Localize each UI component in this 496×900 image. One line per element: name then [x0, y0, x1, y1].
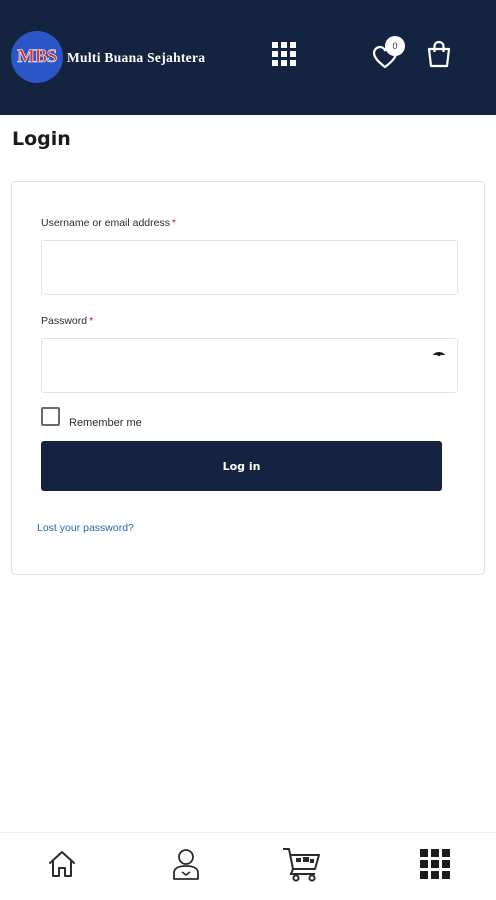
login-form-card: Username or email address * Password * Rem… [11, 181, 485, 575]
home-icon[interactable] [47, 849, 77, 879]
remember-me-checkbox[interactable] [41, 407, 60, 426]
shopping-cart-icon[interactable] [282, 845, 322, 883]
wishlist-button[interactable]: 0 [373, 36, 407, 69]
login-button[interactable]: Log in [41, 441, 442, 491]
logo-text: MBS [17, 46, 58, 68]
password-label-text: Password [41, 315, 88, 327]
username-input[interactable] [41, 240, 458, 295]
brand-logo[interactable]: MBS Multi Buana Sejahtera [11, 31, 205, 83]
password-input[interactable] [41, 338, 458, 393]
shopping-bag-icon[interactable] [426, 40, 452, 68]
lost-password-link[interactable]: Lost your password? [37, 522, 134, 534]
page-title: Login [12, 128, 71, 150]
required-mark: * [89, 315, 94, 327]
eye-icon[interactable] [432, 350, 446, 360]
required-mark: * [171, 217, 177, 229]
grid-menu-icon[interactable] [420, 849, 450, 879]
password-label: Password * [41, 315, 93, 327]
logo-badge: MBS [11, 31, 63, 83]
bottom-navigation [0, 832, 496, 900]
user-account-icon[interactable] [172, 847, 200, 881]
wishlist-count-badge: 0 [385, 36, 405, 56]
grid-menu-icon[interactable] [272, 42, 296, 66]
brand-name: Multi Buana Sejahtera [67, 50, 206, 65]
username-label: Username or email address * [41, 217, 176, 229]
app-header: MBS Multi Buana Sejahtera 0 [0, 0, 496, 115]
username-label-text: Username or email address [41, 217, 170, 229]
remember-me-label[interactable]: Remember me [69, 417, 142, 429]
